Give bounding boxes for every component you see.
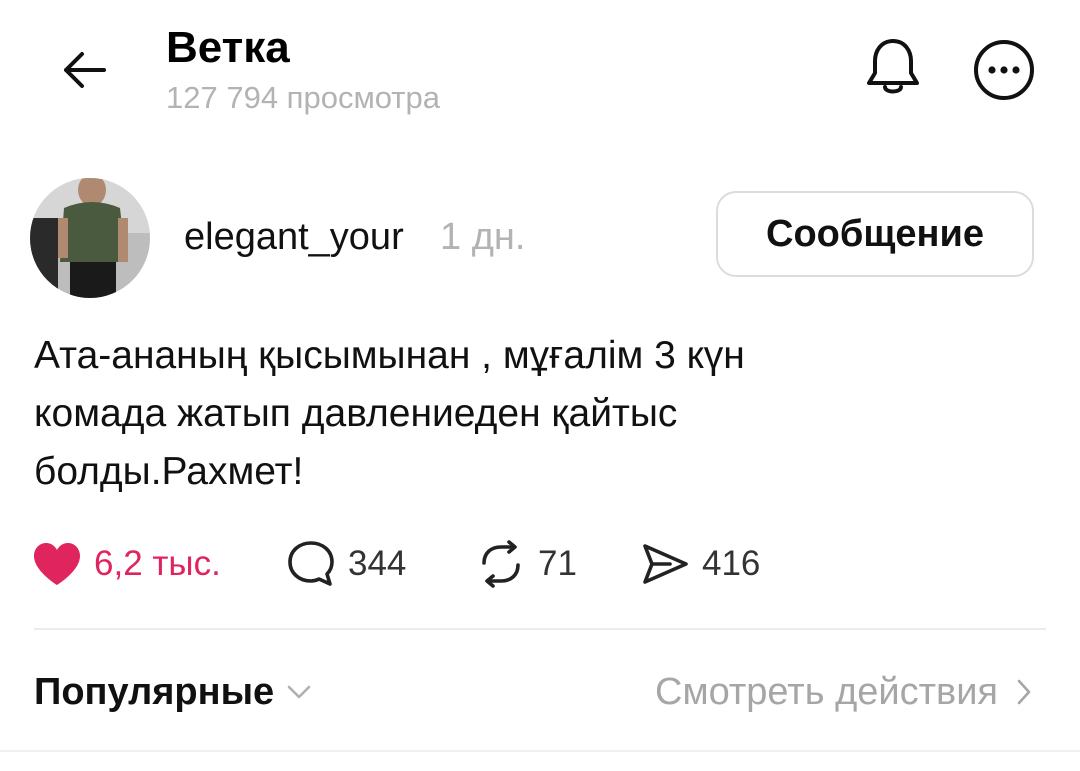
- post-time: 1 дн.: [440, 216, 526, 258]
- view-activity-link[interactable]: Смотреть действия: [655, 668, 1032, 716]
- like-button[interactable]: 6,2 тыс.: [32, 536, 221, 592]
- chevron-down-icon: [286, 684, 312, 700]
- share-count: 416: [702, 544, 761, 583]
- post-text: Ата-ананың қысымынан , мұғалім 3 күн ком…: [34, 334, 745, 493]
- bell-icon: [863, 35, 923, 104]
- like-count: 6,2 тыс.: [94, 544, 221, 583]
- page-title: Ветка: [166, 23, 290, 72]
- back-arrow-icon: [60, 50, 108, 95]
- message-button[interactable]: Сообщение: [716, 191, 1034, 277]
- view-count: 127 794 просмотра: [166, 80, 440, 115]
- chevron-right-icon: [1016, 678, 1032, 706]
- notifications-button[interactable]: [858, 34, 928, 104]
- divider: [34, 628, 1046, 630]
- repost-count: 71: [538, 544, 577, 583]
- sort-dropdown[interactable]: Популярные: [34, 668, 312, 716]
- comment-button[interactable]: 344: [286, 536, 406, 592]
- divider: [0, 750, 1080, 752]
- avatar[interactable]: [30, 178, 150, 298]
- more-options-button[interactable]: [968, 36, 1040, 108]
- view-activity-label: Смотреть действия: [655, 670, 998, 713]
- repost-button[interactable]: 71: [476, 536, 577, 592]
- send-icon: [640, 541, 690, 587]
- username[interactable]: elegant_your: [184, 215, 404, 259]
- share-button[interactable]: 416: [640, 536, 760, 592]
- more-horizontal-icon: [972, 38, 1036, 107]
- comment-count: 344: [348, 544, 407, 583]
- heart-icon: [32, 541, 82, 587]
- comment-icon: [286, 539, 336, 589]
- sort-label: Популярные: [34, 670, 275, 713]
- repost-icon: [476, 539, 526, 589]
- back-button[interactable]: [52, 40, 116, 104]
